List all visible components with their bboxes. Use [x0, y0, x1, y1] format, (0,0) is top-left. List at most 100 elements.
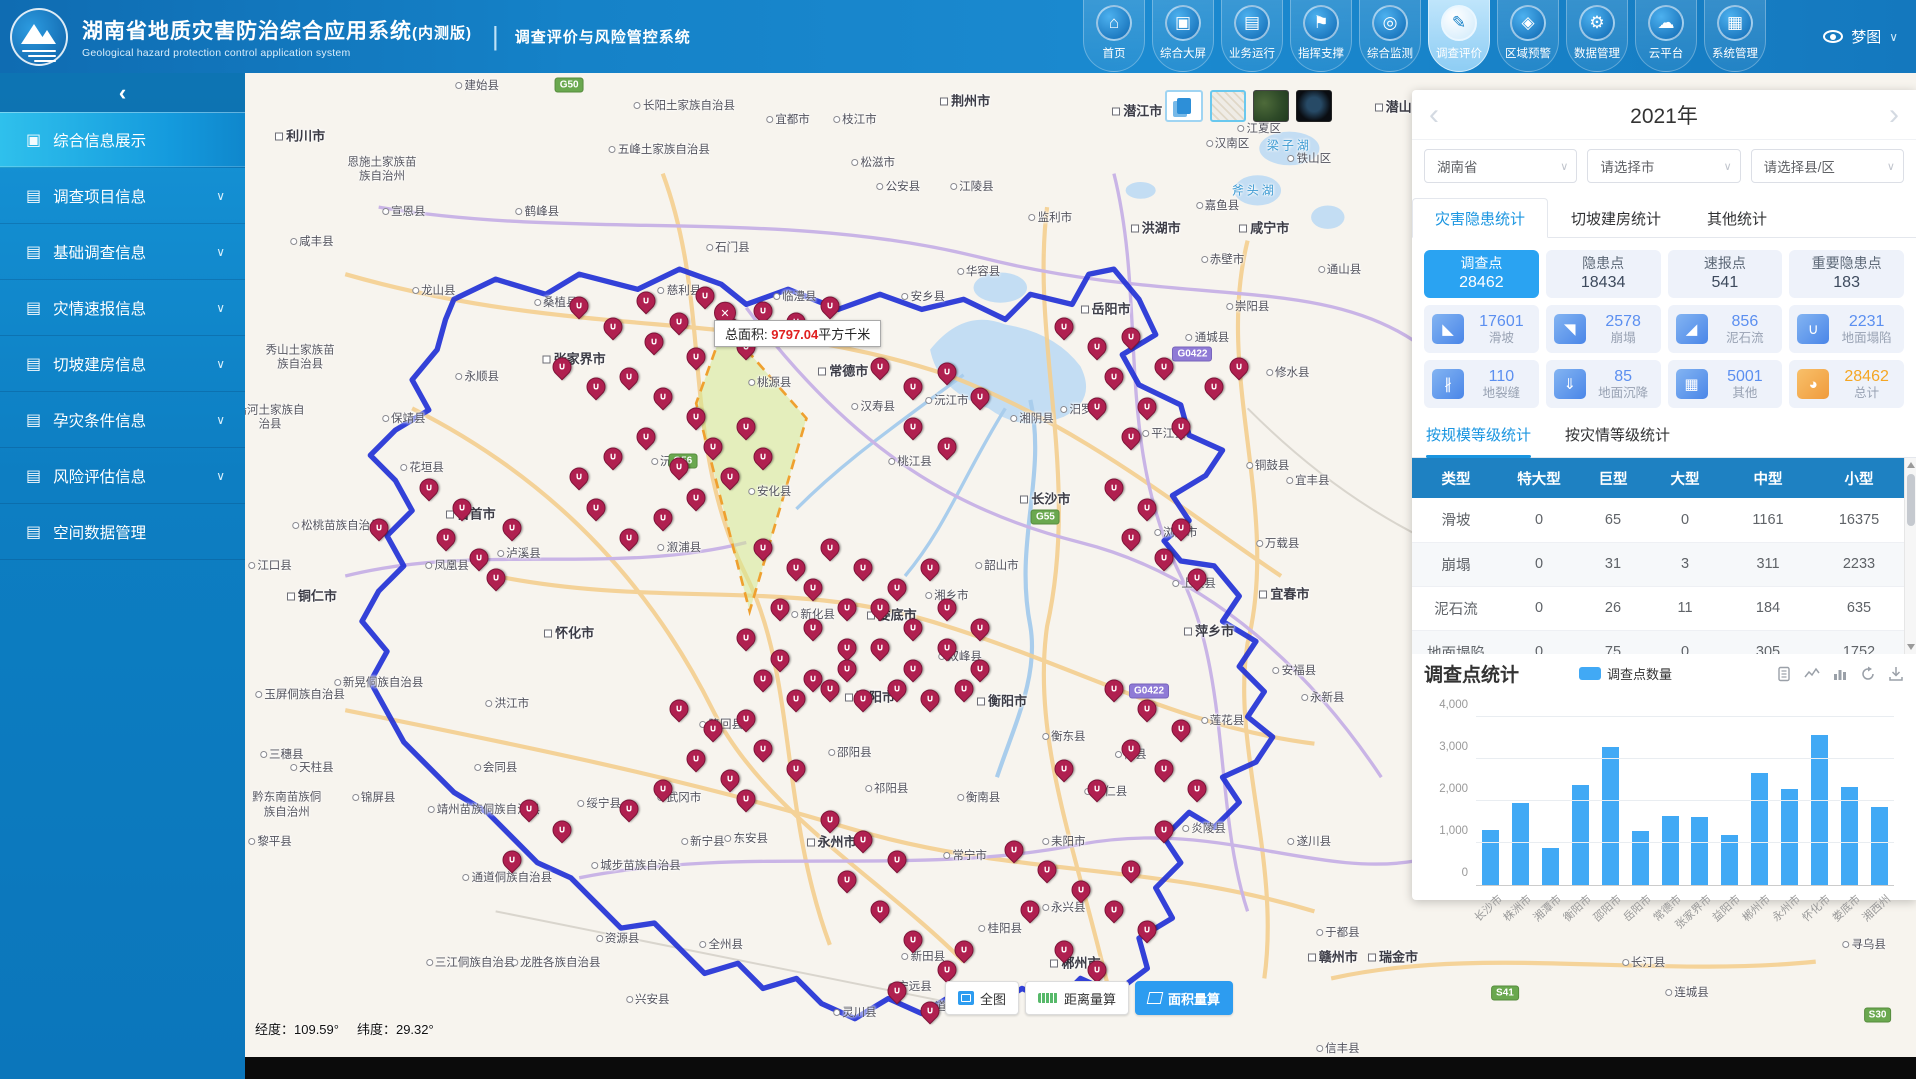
landslide-glyph-icon: ∪ [1189, 570, 1206, 587]
nav-tile-系统管理[interactable]: ▦系统管理 [1704, 0, 1766, 72]
landslide-glyph-icon: ∪ [855, 831, 872, 848]
survey-chart-section: 调查点统计 调查点数量 长沙市株洲市湘潭市衡阳市邵阳市岳阳市常德市张家界市益阳市… [1412, 654, 1916, 886]
hazard-地裂缝[interactable]: ∦110地裂缝 [1424, 360, 1539, 408]
bar-湘西州[interactable] [1871, 807, 1888, 885]
bar-株洲市[interactable] [1512, 803, 1529, 885]
hazard-地面塌陷[interactable]: ∪2231地面塌陷 [1789, 305, 1904, 353]
refresh-icon[interactable] [1860, 666, 1876, 682]
previous-year-button[interactable]: ‹ [1414, 90, 1454, 140]
summary-重要隐患点[interactable]: 重要隐患点183 [1789, 250, 1904, 298]
bar-常德市[interactable] [1662, 816, 1679, 885]
gridline [1476, 800, 1894, 801]
hazard-滑坡[interactable]: ◣17601滑坡 [1424, 305, 1539, 353]
nav-tile-综合大屏[interactable]: ▣综合大屏 [1152, 0, 1214, 72]
summary-速报点[interactable]: 速报点541 [1668, 250, 1783, 298]
hazard-泥石流[interactable]: ◢856泥石流 [1668, 305, 1783, 353]
bar-邵阳市[interactable] [1602, 747, 1619, 885]
hazard-地面沉降[interactable]: ⇓85地面沉降 [1546, 360, 1661, 408]
map-tool-距离量算[interactable]: 距离量算 [1025, 981, 1129, 1015]
road-badge-G0422: G0422 [1172, 346, 1212, 361]
select-value: 请选择县/区 [1764, 156, 1835, 176]
hazard-label: 总计 [1854, 386, 1879, 401]
nav-tile-区域预警[interactable]: ◈区域预警 [1497, 0, 1559, 72]
nav-tile-数据管理[interactable]: ⚙数据管理 [1566, 0, 1628, 72]
region-select-0[interactable]: 湖南省∨ [1424, 149, 1577, 183]
landslide-glyph-icon: ∪ [821, 539, 838, 556]
landslide-glyph-icon: ∪ [370, 519, 387, 536]
nav-tile-首页[interactable]: ⌂首页 [1083, 0, 1145, 72]
hazard-value: 110 [1489, 367, 1515, 386]
hazard-其他[interactable]: ▦5001其他 [1668, 360, 1783, 408]
sidebar-item-切坡建房信息[interactable]: ▤切坡建房信息∨ [0, 336, 245, 392]
subtab-按规模等级统计[interactable]: 按规模等级统计 [1426, 424, 1531, 457]
sidebar-item-灾情速报信息[interactable]: ▤灾情速报信息∨ [0, 280, 245, 336]
bar-娄底市[interactable] [1841, 787, 1858, 885]
top-navigation: ⌂首页▣综合大屏▤业务运行⚑指挥支撑◎综合监测✎调查评价◈区域预警⚙数据管理☁云… [1083, 0, 1766, 73]
stats-grid: 调查点28462隐患点18434速报点541重要隐患点183 ◣17601滑坡◥2… [1412, 238, 1916, 408]
subtab-按灾情等级统计[interactable]: 按灾情等级统计 [1565, 424, 1670, 457]
nav-tile-指挥支撑[interactable]: ⚑指挥支撑 [1290, 0, 1352, 72]
line-chart-toggle-icon[interactable] [1804, 666, 1820, 682]
bar-column-岳阳市: 岳阳市 [1625, 717, 1655, 885]
sidebar-item-label: 孕灾条件信息 [53, 409, 146, 431]
download-icon[interactable] [1888, 666, 1904, 682]
sidebar-item-综合信息展示[interactable]: ▣综合信息展示 [0, 112, 245, 168]
table-cell: 31 [1578, 542, 1648, 586]
sidebar-item-孕灾条件信息[interactable]: ▤孕灾条件信息∨ [0, 392, 245, 448]
summary-label: 隐患点 [1582, 255, 1624, 273]
sidebar-item-基础调查信息[interactable]: ▤基础调查信息∨ [0, 224, 245, 280]
hazard-崩塌[interactable]: ◥2578崩塌 [1546, 305, 1661, 353]
dark-basemap-thumbnail[interactable] [1296, 90, 1332, 122]
table-cell: 1161 [1722, 498, 1814, 542]
bar-岳阳市[interactable] [1632, 831, 1649, 885]
hazard-总计[interactable]: ◕28462总计 [1789, 360, 1904, 408]
summary-调查点[interactable]: 调查点28462 [1424, 250, 1539, 298]
tab-其他统计[interactable]: 其他统计 [1684, 198, 1790, 238]
sidebar-item-空间数据管理[interactable]: ▤空间数据管理 [0, 504, 245, 560]
table-cell: 0 [1648, 630, 1722, 654]
bar-长沙市[interactable] [1482, 830, 1499, 885]
layers-icon[interactable] [1165, 90, 1203, 122]
summary-隐患点[interactable]: 隐患点18434 [1546, 250, 1661, 298]
landslide-glyph-icon: ∪ [871, 902, 888, 919]
landslide-glyph-icon: ∪ [905, 660, 922, 677]
data-view-icon[interactable] [1776, 666, 1792, 682]
table-cell: 0 [1500, 498, 1578, 542]
table-cell: 65 [1578, 498, 1648, 542]
tab-灾害隐患统计[interactable]: 灾害隐患统计 [1412, 198, 1548, 238]
user-menu[interactable]: 梦图 ∨ [1823, 0, 1898, 73]
table-cell: 11 [1648, 586, 1722, 630]
bar-chart-toggle-icon[interactable] [1832, 666, 1848, 682]
map-tool-全图[interactable]: 全图 [945, 981, 1019, 1015]
nav-tile-云平台[interactable]: ☁云平台 [1635, 0, 1697, 72]
nav-label: 业务运行 [1229, 45, 1275, 61]
sidebar-item-风险评估信息[interactable]: ▤风险评估信息∨ [0, 448, 245, 504]
scroll-up-icon[interactable] [1907, 462, 1915, 468]
satellite-basemap-thumbnail[interactable] [1253, 90, 1289, 122]
bar-张家界市[interactable] [1691, 817, 1708, 885]
chart-legend[interactable]: 调查点数量 [1579, 664, 1672, 683]
map-tool-面积量算[interactable]: 面积量算 [1135, 981, 1233, 1015]
landslide-glyph-icon: ∪ [571, 469, 588, 486]
tab-切坡建房统计[interactable]: 切坡建房统计 [1548, 198, 1684, 238]
nav-tile-业务运行[interactable]: ▤业务运行 [1221, 0, 1283, 72]
nav-tile-调查评价[interactable]: ✎调查评价 [1428, 0, 1490, 72]
scroll-down-icon[interactable] [1907, 644, 1915, 650]
region-select-1[interactable]: 请选择市∨ [1587, 149, 1740, 183]
nav-tile-综合监测[interactable]: ◎综合监测 [1359, 0, 1421, 72]
street-basemap-thumbnail[interactable] [1210, 90, 1246, 122]
map-tool-label: 距离量算 [1064, 989, 1116, 1008]
y-axis-tick: 2,000 [1439, 783, 1468, 795]
sidebar-collapse-button[interactable]: ‹ [0, 73, 245, 112]
scrollbar-thumb[interactable] [1907, 474, 1915, 526]
landslide-glyph-icon: ∪ [1005, 841, 1022, 858]
table-scrollbar[interactable] [1904, 458, 1916, 654]
bar-湘潭市[interactable] [1542, 848, 1559, 885]
sidebar-item-调查项目信息[interactable]: ▤调查项目信息∨ [0, 168, 245, 224]
landslide-glyph-icon: ∪ [805, 670, 822, 687]
bar-永州市[interactable] [1781, 789, 1798, 885]
bar-郴州市[interactable] [1751, 773, 1768, 885]
region-select-2[interactable]: 请选择县/区∨ [1751, 149, 1904, 183]
next-year-button[interactable]: › [1874, 90, 1914, 140]
landslide-glyph-icon: ∪ [838, 640, 855, 657]
